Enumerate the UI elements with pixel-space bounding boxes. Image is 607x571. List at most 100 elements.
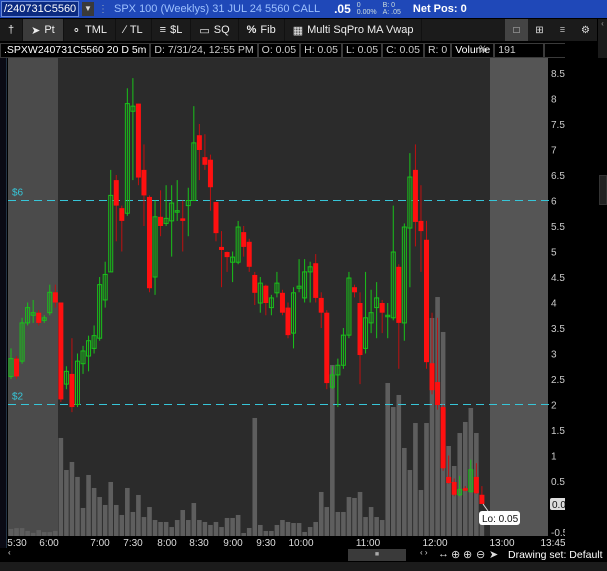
candle-body bbox=[318, 297, 324, 313]
zoom-out-icon[interactable]: ⊖ bbox=[476, 548, 485, 561]
candle bbox=[147, 195, 152, 293]
volume-bar bbox=[402, 447, 407, 536]
scroll-left-icon[interactable]: ‹ bbox=[8, 548, 11, 557]
candle-body bbox=[113, 180, 119, 206]
candle-body bbox=[263, 285, 269, 304]
time-tick-label: 5:30 bbox=[7, 538, 27, 548]
candle-body bbox=[252, 274, 258, 293]
candle-body bbox=[246, 241, 252, 267]
candle-body bbox=[418, 220, 424, 232]
candle-body bbox=[446, 476, 452, 484]
volume-bar bbox=[25, 530, 30, 536]
candle-body bbox=[135, 103, 141, 178]
volume-bar bbox=[330, 364, 335, 536]
horizontal-scrollbar[interactable]: ■ bbox=[348, 549, 406, 561]
volume-bar bbox=[424, 423, 429, 536]
volume-bar bbox=[213, 521, 219, 536]
volume-bar bbox=[202, 521, 208, 536]
volume-bar bbox=[346, 497, 352, 536]
candle bbox=[424, 220, 429, 369]
volume-bar bbox=[185, 520, 191, 536]
volume-bar bbox=[174, 520, 180, 536]
price-tick-label: 7.5 bbox=[551, 120, 565, 131]
price-tick-label: 4.5 bbox=[551, 273, 565, 284]
candle-body bbox=[36, 312, 42, 323]
expand-horizontal-icon[interactable]: ↔ bbox=[438, 548, 449, 560]
volume-bar bbox=[363, 517, 368, 536]
volume-bar bbox=[147, 507, 152, 536]
time-tick-label: 13:45 bbox=[540, 538, 565, 548]
volume-bar bbox=[30, 532, 36, 536]
right-panel-scroll-handle[interactable] bbox=[599, 175, 607, 205]
volume-bar bbox=[324, 507, 330, 536]
volume-bar bbox=[235, 514, 241, 536]
volume-bar bbox=[263, 530, 269, 536]
volume-bar bbox=[224, 517, 230, 536]
price-tick-label: 6 bbox=[551, 197, 557, 208]
price-tick-label: 3.5 bbox=[551, 324, 565, 335]
candle-body bbox=[196, 135, 202, 151]
time-tick-label: 7:30 bbox=[123, 538, 143, 548]
volume-bar bbox=[357, 491, 363, 536]
candle-body bbox=[158, 216, 164, 226]
candle-body bbox=[479, 494, 485, 504]
volume-bar bbox=[53, 530, 58, 536]
candle-body bbox=[141, 169, 147, 196]
volume-bar bbox=[19, 528, 25, 536]
volume-bar bbox=[41, 532, 47, 536]
right-panel bbox=[565, 58, 607, 548]
price-tick-label: 4 bbox=[551, 299, 557, 310]
volume-bar bbox=[258, 524, 263, 536]
volume-bar bbox=[163, 521, 169, 536]
candle-body bbox=[219, 246, 225, 250]
volume-bar bbox=[108, 481, 114, 536]
candle-body bbox=[241, 232, 247, 247]
time-tick-label: 12:00 bbox=[422, 538, 447, 548]
candle-body bbox=[462, 488, 468, 491]
volume-bar bbox=[252, 417, 258, 536]
candle-body bbox=[351, 287, 357, 293]
volume-bar bbox=[152, 520, 158, 536]
volume-bar bbox=[230, 517, 235, 536]
candle-body bbox=[69, 373, 75, 408]
candle-body bbox=[357, 303, 363, 356]
candle-body bbox=[324, 312, 330, 384]
volume-bar bbox=[335, 511, 341, 536]
scroll-arrows-icon[interactable]: ‹ › bbox=[420, 548, 428, 557]
drawing-set-label[interactable]: Drawing set: Default bbox=[508, 549, 603, 561]
price-tick-label: 6.5 bbox=[551, 171, 565, 182]
time-tick-label: 10:00 bbox=[288, 538, 313, 548]
candle bbox=[279, 289, 285, 316]
candle bbox=[440, 404, 446, 471]
volume-bar bbox=[374, 517, 379, 536]
candle-body bbox=[224, 252, 230, 258]
candle bbox=[285, 302, 291, 339]
candle-body bbox=[424, 239, 429, 363]
candle-body bbox=[313, 263, 319, 298]
volume-bar bbox=[36, 530, 41, 536]
volume-bar bbox=[14, 528, 19, 536]
time-tick-label: 9:00 bbox=[223, 538, 243, 548]
volume-bar bbox=[208, 524, 213, 536]
crosshair-icon[interactable]: ⊕ bbox=[451, 548, 460, 561]
price-tick-label: 5 bbox=[551, 248, 557, 259]
volume-bar bbox=[390, 407, 396, 536]
volume-bar bbox=[379, 520, 385, 536]
cursor-icon[interactable]: ➤ bbox=[489, 548, 498, 561]
price-tick-label: 8 bbox=[551, 95, 557, 106]
volume-bar bbox=[318, 491, 324, 536]
candle-body bbox=[396, 266, 402, 323]
candle-body bbox=[58, 302, 64, 400]
time-tick-label: 7:00 bbox=[90, 538, 110, 548]
price-tick-label: 7 bbox=[551, 146, 557, 157]
zoom-in-icon[interactable]: ⊕ bbox=[463, 548, 472, 561]
price-tick-label: 0.5 bbox=[551, 477, 565, 488]
time-tick-label: 8:00 bbox=[157, 538, 177, 548]
volume-bar bbox=[130, 511, 136, 536]
price-chart[interactable]: $6$28.587.576.565.554.543.532.521.510.5-… bbox=[0, 0, 607, 548]
volume-bar bbox=[191, 503, 197, 536]
volume-bar bbox=[285, 521, 291, 536]
volume-bar bbox=[58, 437, 64, 536]
premarket-background bbox=[8, 58, 58, 536]
after-hours-background bbox=[490, 58, 548, 536]
